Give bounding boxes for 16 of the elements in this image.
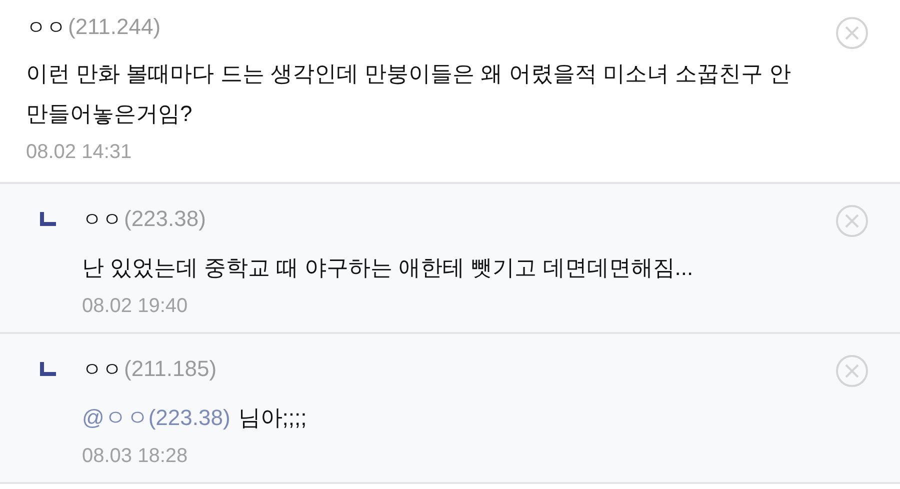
- nickname: ㅇㅇ: [82, 208, 122, 233]
- ip-address: (223.38): [124, 205, 206, 233]
- comment-text: 이런 만화 볼때마다 드는 생각인데 만붕이들은 왜 어렸을적 미소녀 소꿉친구 안 만들어놓은거임?: [26, 60, 792, 128]
- comment-text: 님아;;;;: [238, 405, 307, 430]
- mention-link[interactable]: @ㅇㅇ(223.38): [82, 405, 230, 430]
- delete-icon[interactable]: [835, 16, 869, 50]
- comment-date: 08.02 14:31: [26, 140, 133, 165]
- ip-address: (211.185): [124, 355, 217, 383]
- comment-date: 08.03 18:28: [82, 444, 189, 469]
- nickname: ㅇㅇ: [26, 16, 66, 41]
- comment-date: 08.02 19:40: [82, 294, 189, 319]
- ip-address: (211.244): [68, 13, 161, 41]
- comment-text: 난 있었는데 중학교 때 야구하는 애한테 뺏기고 데면데면해짐...: [82, 254, 694, 282]
- delete-icon[interactable]: [835, 204, 869, 238]
- delete-icon[interactable]: [835, 354, 869, 388]
- nickname: ㅇㅇ: [82, 358, 122, 383]
